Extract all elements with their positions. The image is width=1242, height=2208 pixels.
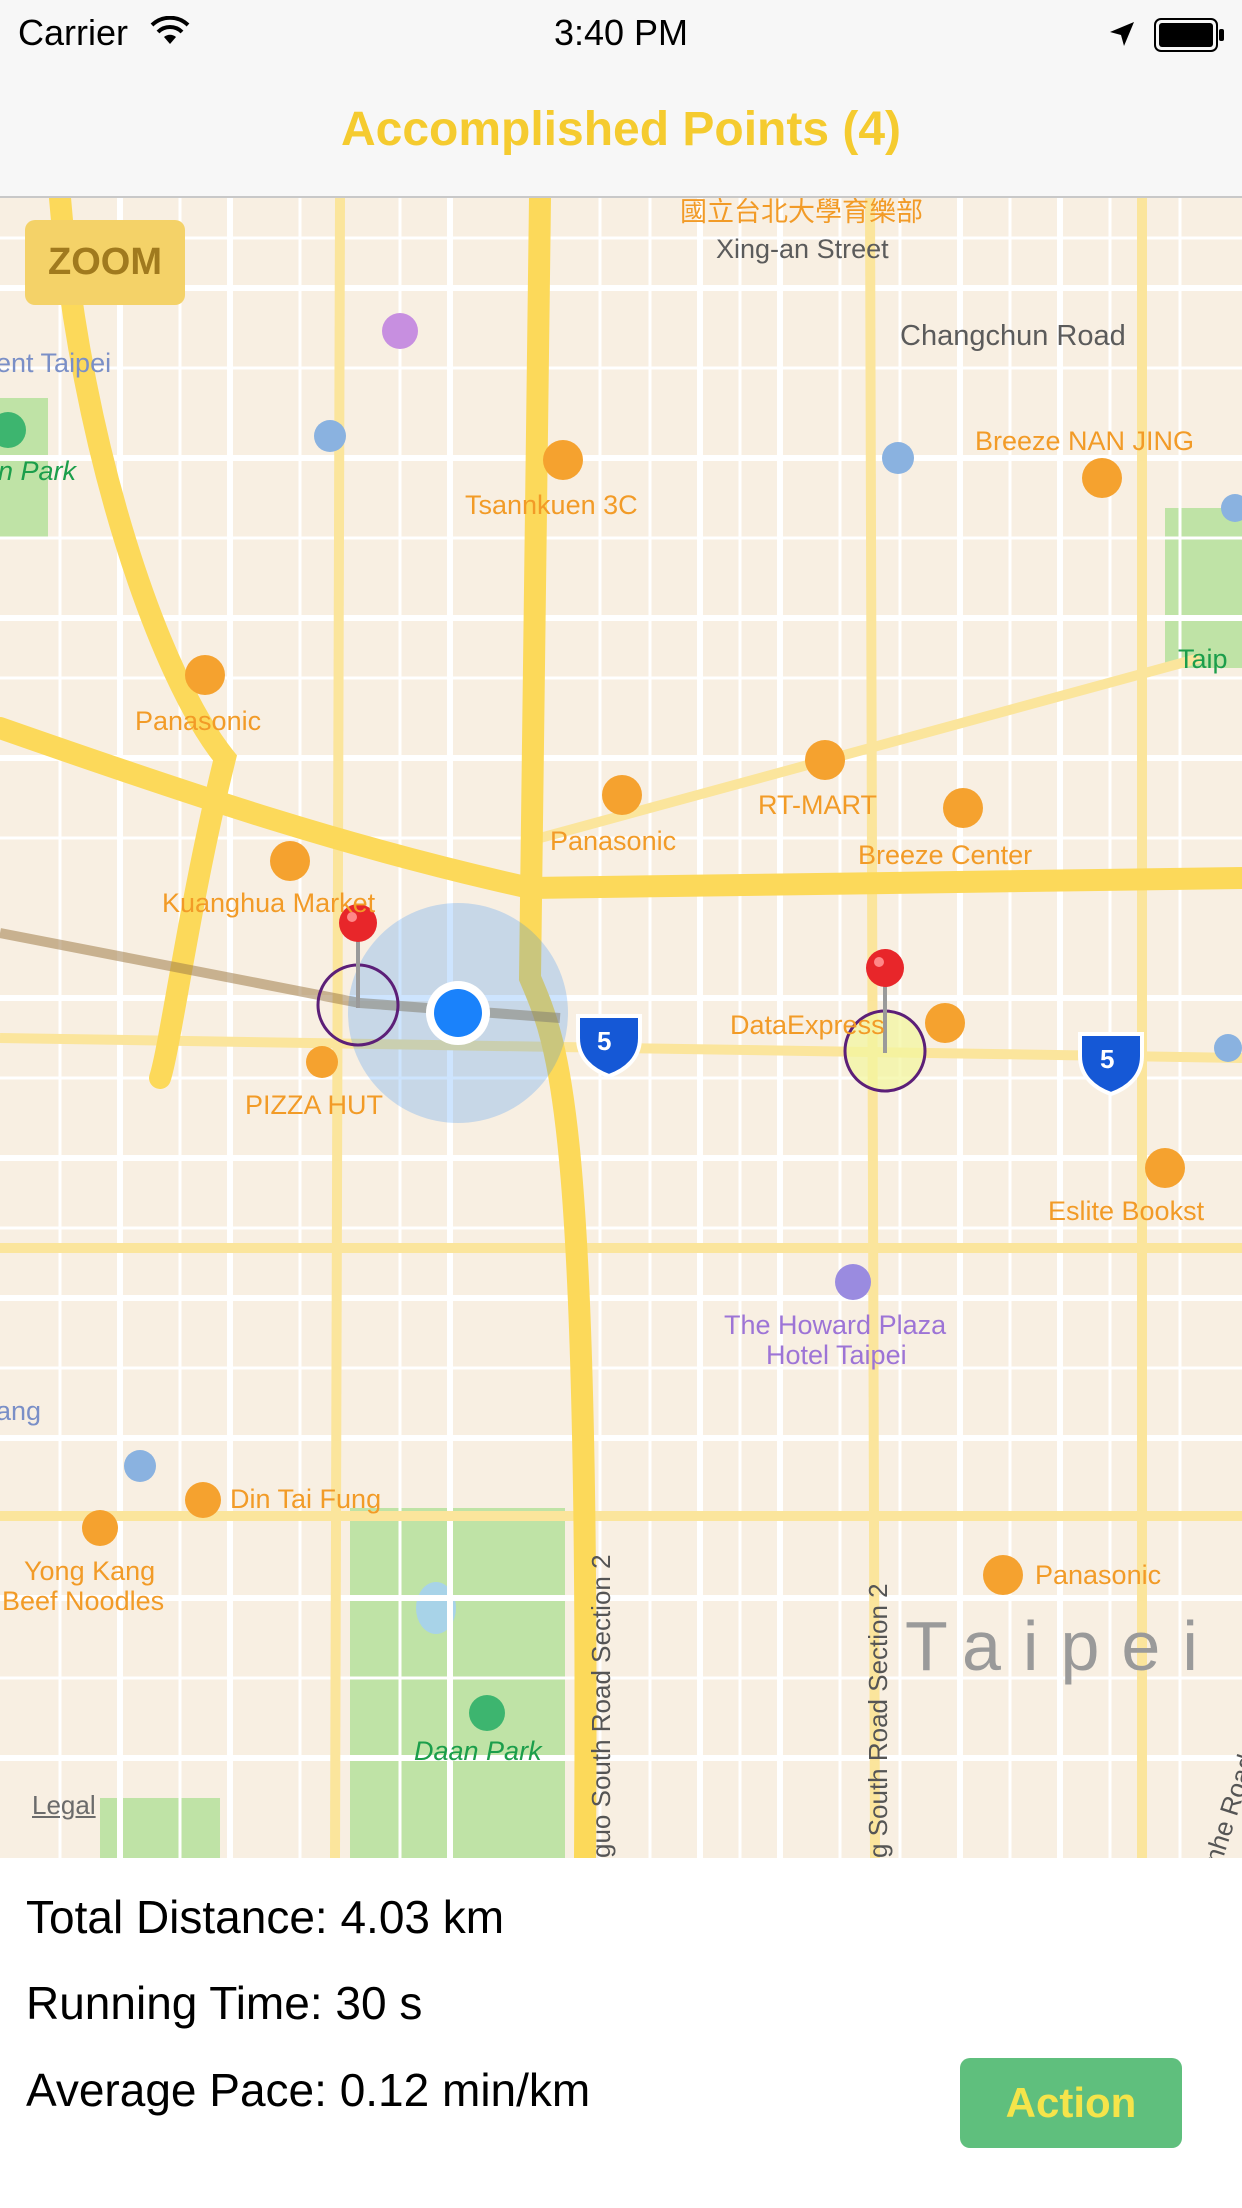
hotel-marker xyxy=(835,1264,871,1300)
map-label-howard-plaza: The Howard Plaza xyxy=(724,1310,947,1340)
map-label-beef-noodles: Beef Noodles xyxy=(2,1586,165,1616)
map-label-dataexpress: DataExpress xyxy=(730,1010,885,1040)
highway-shield-number: 5 xyxy=(1100,1044,1115,1074)
map-label-panasonic: Panasonic xyxy=(550,826,677,856)
map-label-taip: Taip xyxy=(1178,644,1228,674)
battery-icon xyxy=(1154,18,1224,52)
map-label-yong-kang: Yong Kang xyxy=(24,1556,156,1586)
map-label-xing-an: Xing-an Street xyxy=(716,234,889,264)
navigation-bar: Accomplished Points (4) xyxy=(0,72,1242,198)
map-label-changchun: Changchun Road xyxy=(900,320,1126,352)
status-bar: Carrier 3:40 PM xyxy=(0,0,1242,72)
zoom-button[interactable]: ZOOM xyxy=(25,220,185,305)
map-label-n-park: n Park xyxy=(0,456,77,486)
running-time-label: Running Time: 30 s xyxy=(26,1977,423,2029)
map-label-pizza-hut: PIZZA HUT xyxy=(245,1090,384,1120)
map-label-ang: ang xyxy=(0,1396,42,1426)
total-distance-label: Total Distance: 4.03 km xyxy=(26,1891,505,1943)
map-label-eslite: Eslite Bookst xyxy=(1048,1196,1205,1226)
action-button[interactable]: Action xyxy=(960,2058,1182,2148)
average-pace-label: Average Pace: 0.12 min/km xyxy=(26,2064,591,2116)
map-label-kuanghua: Kuanghua Market xyxy=(162,888,376,918)
map-label-road: g South Road Section 2 xyxy=(863,1583,893,1858)
legal-link[interactable]: Legal xyxy=(32,1790,96,1821)
map-label-tsannkuen: Tsannkuen 3C xyxy=(465,490,638,520)
map-label-city: Taipei xyxy=(905,1607,1220,1685)
map-label-ent-taipei: ent Taipei xyxy=(0,348,112,378)
transit-markers xyxy=(124,420,1242,1482)
daan-park-area xyxy=(350,1508,565,1858)
user-location-dot xyxy=(434,989,482,1037)
map-label-panasonic: Panasonic xyxy=(135,706,262,736)
status-time: 3:40 PM xyxy=(553,12,689,53)
highway-shield-number: 5 xyxy=(597,1026,612,1056)
map-label-breeze-center: Breeze Center xyxy=(858,840,1033,870)
map-label-breeze-nanjing: Breeze NAN JING xyxy=(975,426,1195,456)
cinema-marker xyxy=(382,313,418,349)
map-label-road: guo South Road Section 2 xyxy=(586,1554,616,1858)
page-title: Accomplished Points (4) xyxy=(340,103,902,156)
map-label-panasonic: Panasonic xyxy=(1035,1560,1162,1590)
map-view[interactable]: ZOOM 國立台北大學育樂部 Xing-an Street Changchun … xyxy=(0,198,1242,1858)
location-arrow-icon xyxy=(1110,22,1134,46)
map-label-daan-park: Daan Park xyxy=(414,1736,542,1766)
map-label-top: 國立台北大學育樂部 xyxy=(680,198,923,227)
map-label-rt-mart: RT-MART xyxy=(758,790,878,820)
map-label-howard-hotel: Hotel Taipei xyxy=(766,1340,907,1370)
park-marker xyxy=(469,1695,505,1731)
map-label-din-tai-fung: Din Tai Fung xyxy=(230,1484,382,1514)
